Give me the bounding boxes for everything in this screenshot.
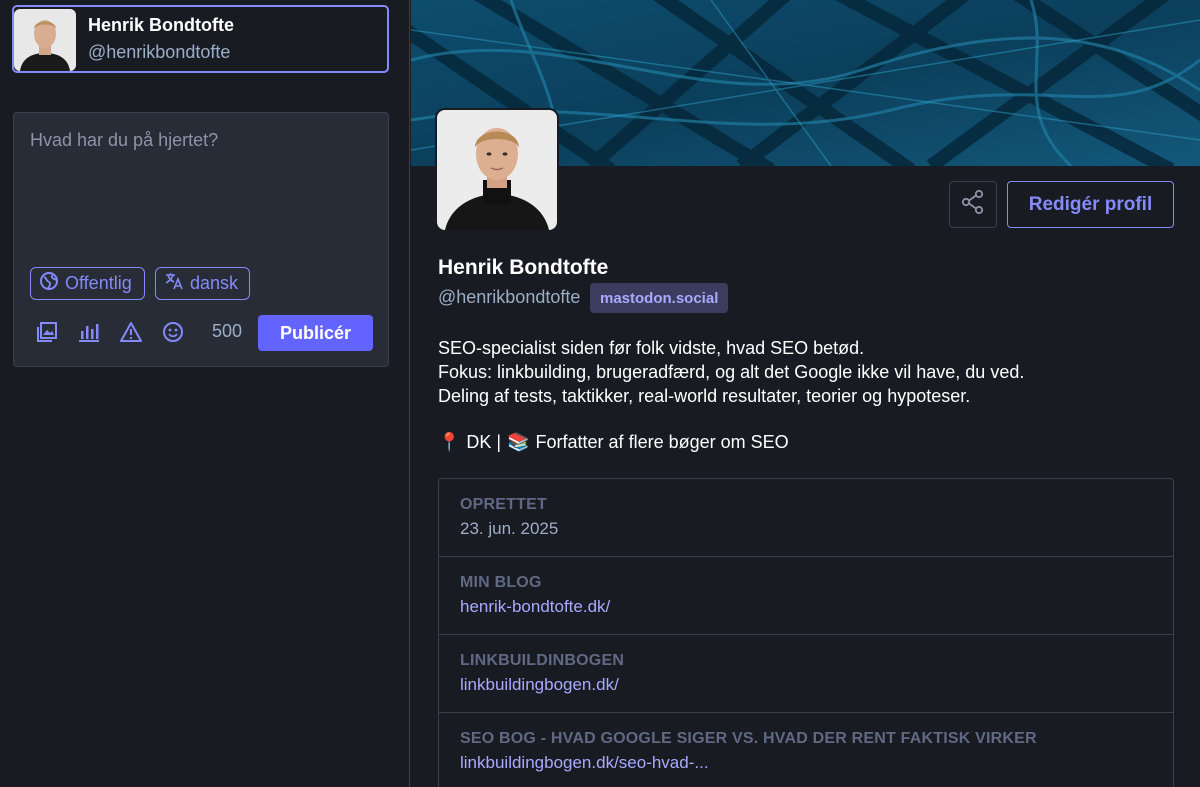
- books-emoji-icon: 📚: [507, 432, 530, 452]
- field-link[interactable]: linkbuildingbogen.dk/seo-hvad-...: [460, 753, 1152, 773]
- field-link[interactable]: henrik-bondtofte.dk/: [460, 597, 1152, 617]
- publish-button[interactable]: Publicér: [258, 315, 373, 351]
- share-icon: [960, 189, 986, 220]
- visibility-label: Offentlig: [65, 273, 132, 293]
- share-button[interactable]: [949, 181, 997, 228]
- bio-location-text: DK |: [466, 432, 502, 452]
- field-link[interactable]: linkbuildingbogen.dk/: [460, 675, 1152, 695]
- compose-column: Henrik Bondtofte @henrikbondtofte Hvad h…: [0, 0, 410, 787]
- profile-display-name: Henrik Bondtofte: [438, 256, 609, 279]
- profile-field-created: OPRETTET 23. jun. 2025: [439, 479, 1173, 557]
- profile-fields: OPRETTET 23. jun. 2025 MIN BLOG henrik-b…: [438, 478, 1174, 787]
- field-value: 23. jun. 2025: [460, 519, 559, 538]
- profile-field-blog: MIN BLOG henrik-bondtofte.dk/: [439, 557, 1173, 635]
- field-label: LINKBUILDINBOGEN: [460, 652, 625, 669]
- content-warning-icon[interactable]: [118, 319, 144, 345]
- account-display-name: Henrik Bondtofte: [88, 15, 234, 35]
- pin-emoji-icon: 📍: [438, 432, 461, 452]
- language-button[interactable]: dansk: [155, 267, 250, 300]
- compose-textarea[interactable]: Hvad har du på hjertet?: [30, 129, 370, 259]
- profile-field-seo-book: SEO BOG - HVAD GOOGLE SIGER VS. HVAD DER…: [439, 713, 1173, 787]
- bio-author-text: Forfatter af flere bøger om SEO: [535, 432, 789, 452]
- bio-location-line: 📍 DK | 📚 Forfatter af flere bøger om SEO: [438, 432, 789, 453]
- media-icon[interactable]: [34, 319, 60, 345]
- emoji-icon[interactable]: [160, 319, 186, 345]
- current-account-card[interactable]: Henrik Bondtofte @henrikbondtofte: [12, 5, 389, 73]
- server-domain-badge[interactable]: mastodon.social: [590, 283, 729, 313]
- compose-form: Hvad har du på hjertet? Offentlig dansk: [13, 112, 389, 367]
- profile-field-linkbuilding-book: LINKBUILDINBOGEN linkbuildingbogen.dk/: [439, 635, 1173, 713]
- profile-column: Redigér profil Henrik Bondtofte @henrikb…: [411, 0, 1200, 787]
- profile-bio: SEO-specialist siden før folk vidste, hv…: [438, 336, 1178, 408]
- field-label: OPRETTET: [460, 496, 547, 513]
- profile-avatar[interactable]: [435, 108, 559, 232]
- bio-line: Fokus: linkbuilding, brugeradfærd, og al…: [438, 362, 1025, 382]
- field-label: MIN BLOG: [460, 574, 542, 591]
- translate-icon: [164, 271, 184, 296]
- language-label: dansk: [190, 273, 239, 293]
- bio-line: Deling af tests, taktikker, real-world r…: [438, 386, 971, 406]
- account-handle: @henrikbondtofte: [88, 42, 231, 62]
- visibility-button[interactable]: Offentlig: [30, 267, 145, 300]
- bio-line: SEO-specialist siden før folk vidste, hv…: [438, 338, 865, 358]
- character-counter: 500: [212, 321, 243, 341]
- globe-icon: [39, 271, 59, 296]
- edit-profile-button[interactable]: Redigér profil: [1007, 181, 1174, 228]
- account-avatar[interactable]: [14, 9, 76, 71]
- profile-handle: @henrikbondtofte: [438, 287, 581, 307]
- field-label: SEO BOG - HVAD GOOGLE SIGER VS. HVAD DER…: [460, 730, 1037, 747]
- poll-icon[interactable]: [76, 319, 102, 345]
